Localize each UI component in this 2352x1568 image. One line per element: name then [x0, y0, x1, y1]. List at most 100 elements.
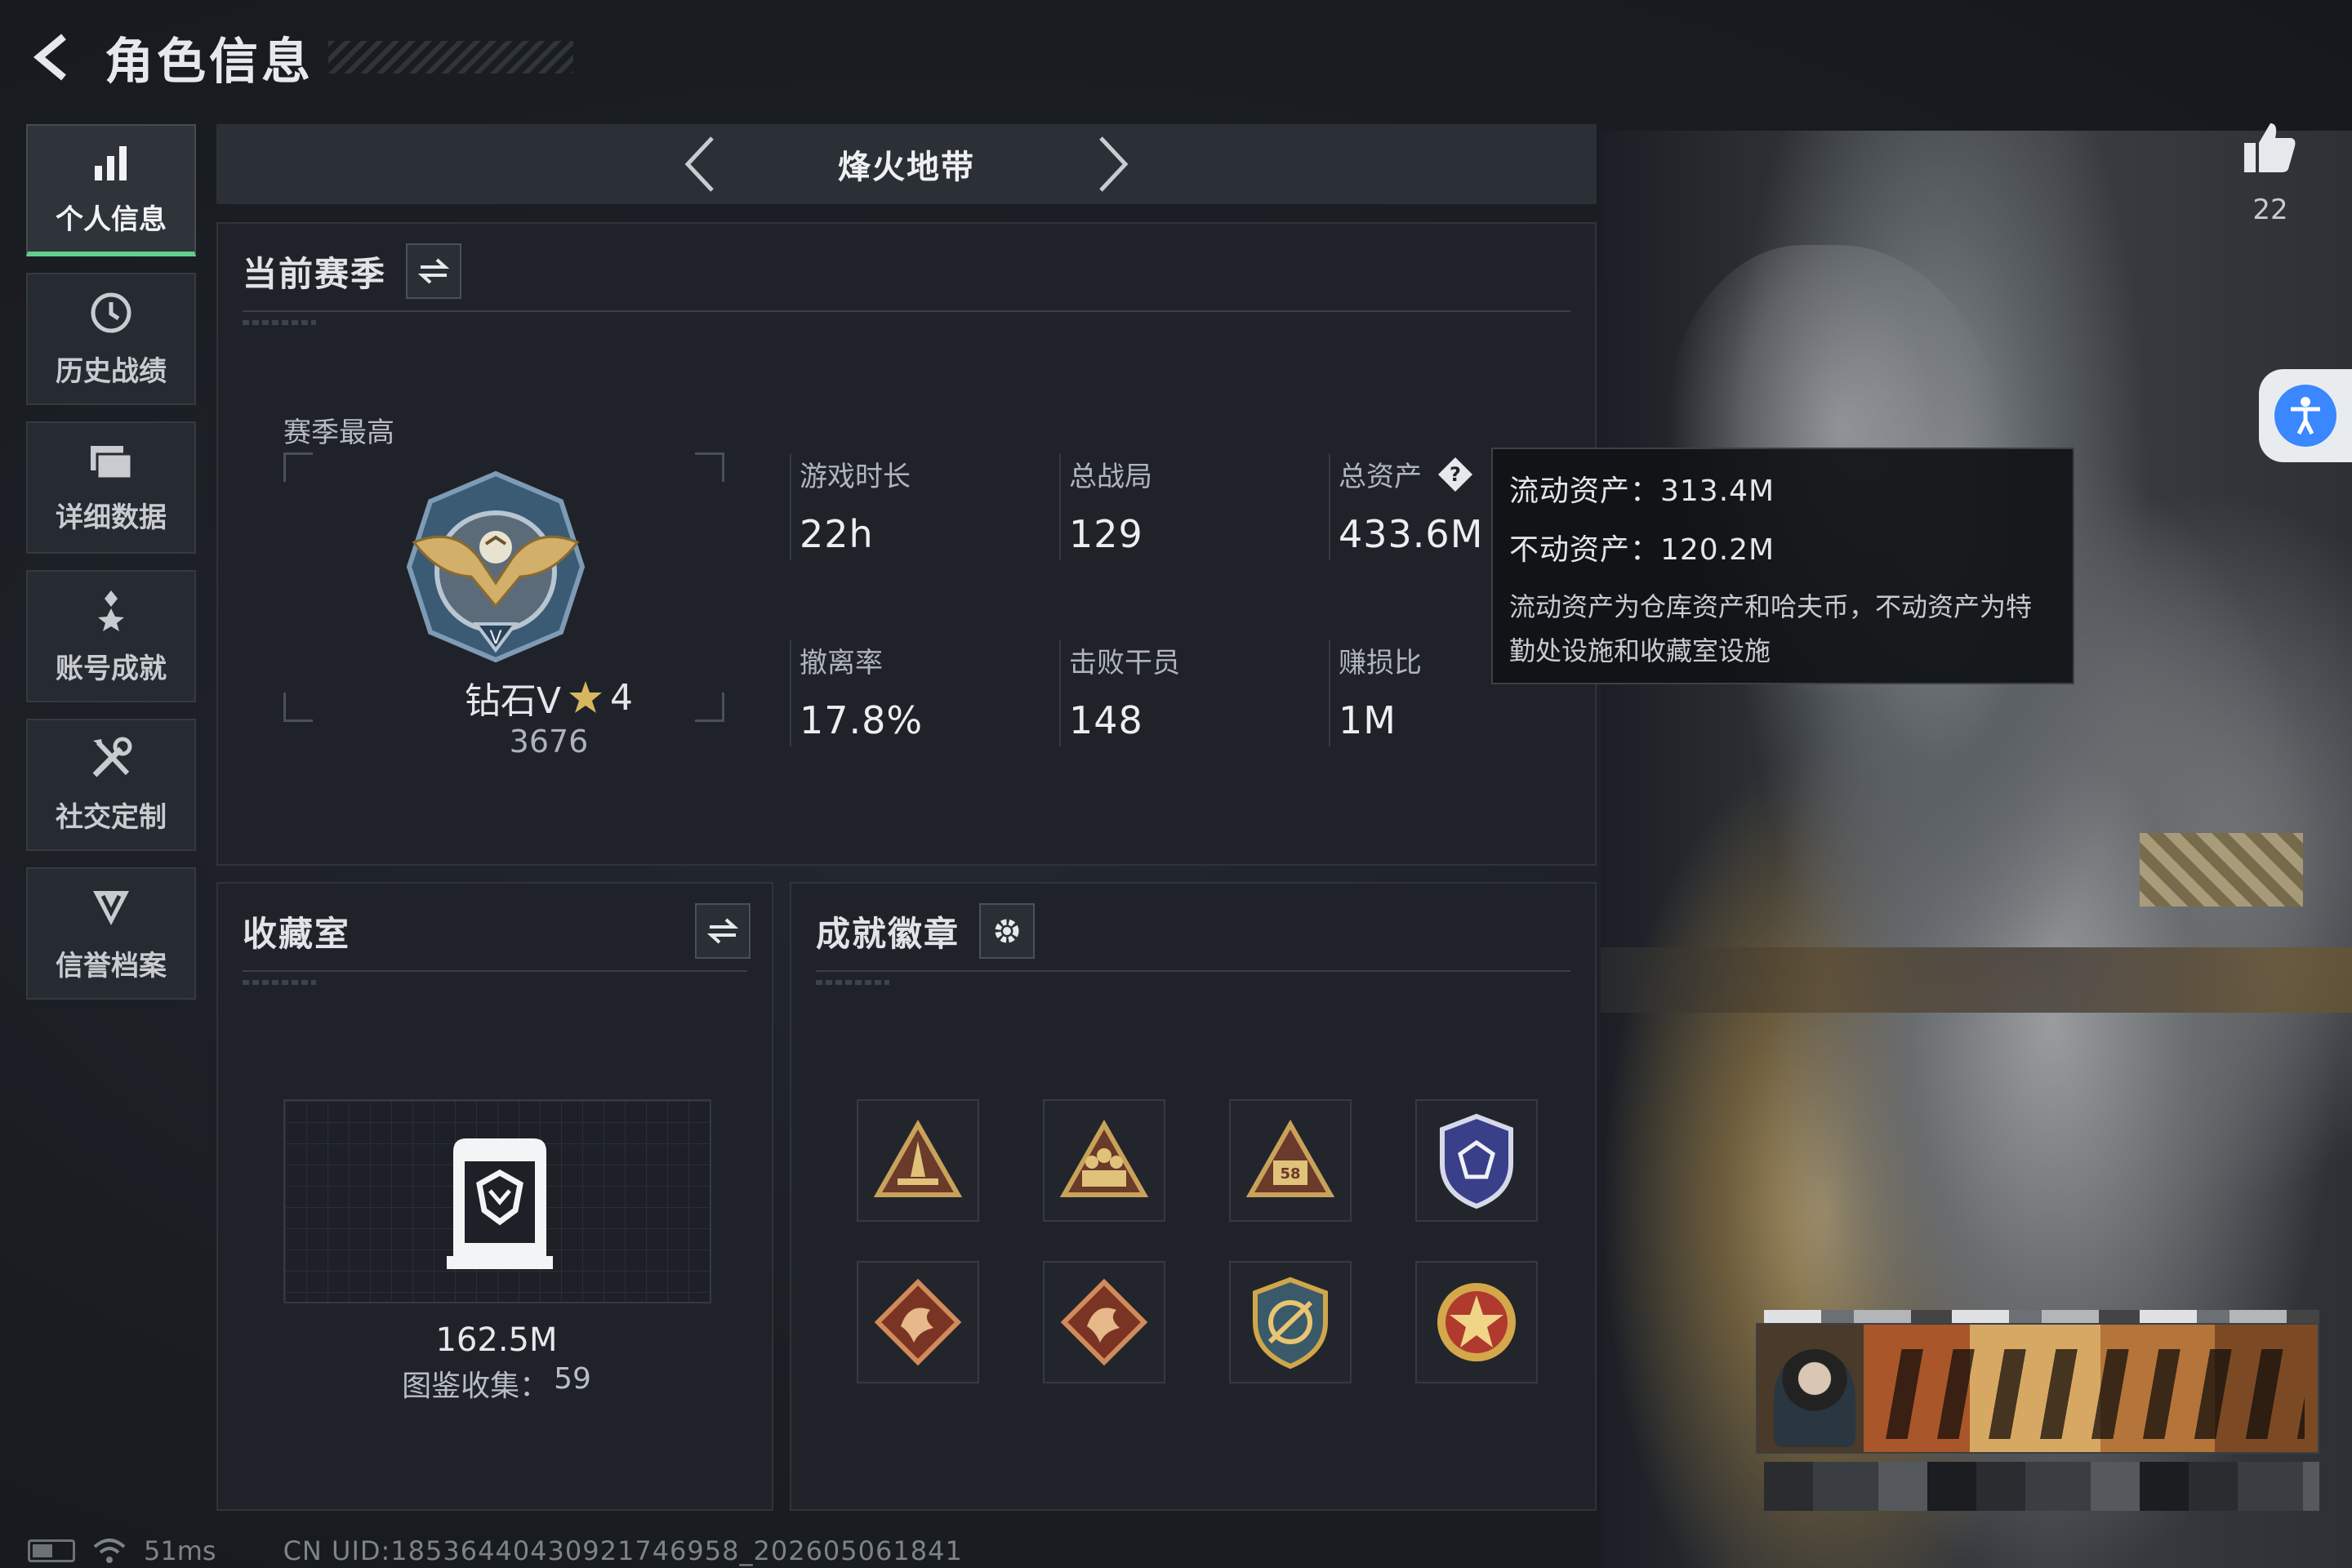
divider	[243, 310, 1570, 312]
shield-gem-badge-icon	[1440, 1113, 1513, 1209]
display-case-icon	[447, 1138, 553, 1269]
stat-label: 击败干员	[1069, 647, 1180, 679]
tooltip-description: 流动资产为仓库资产和哈夫币，不动资产为特勤处设施和收藏室设施	[1509, 591, 2033, 666]
status-bar: 51ms CN UID:18536440430921746958_2026050…	[28, 1535, 963, 1566]
achievements-settings-button[interactable]	[979, 903, 1036, 959]
badge-slot[interactable]	[857, 1099, 979, 1222]
swap-icon	[417, 258, 450, 284]
season-panel: 当前赛季 赛季最高 V 钻石V 4 3676 游戏时长 22h 总战局 129 …	[216, 222, 1597, 866]
stat-label: 撤离率	[800, 647, 883, 679]
battery-icon	[28, 1539, 75, 1562]
character-belt	[1601, 947, 2352, 1013]
chevron-right-icon	[1099, 136, 1129, 192]
season-switch-button[interactable]	[406, 243, 462, 299]
user-uid: CN UID:18536440430921746958_202605061841	[283, 1535, 963, 1566]
diamond-rank-emblem-icon: V	[406, 470, 586, 663]
divider	[816, 970, 1570, 972]
stat-value: 17.8%	[800, 698, 924, 742]
badge-slot[interactable]: 58	[1229, 1099, 1352, 1222]
sidebar-item-details[interactable]: 详细数据	[26, 421, 196, 554]
swap-icon	[706, 918, 739, 944]
back-button[interactable]	[24, 29, 82, 86]
dragon-diamond-badge-icon	[1060, 1278, 1148, 1366]
back-arrow-icon	[33, 33, 66, 81]
assets-tooltip: 流动资产：313.4M 不动资产：120.2M 流动资产为仓库资产和哈夫币，不动…	[1491, 448, 2074, 684]
badge-slot[interactable]	[1415, 1099, 1538, 1222]
svg-text:?: ?	[1450, 463, 1461, 486]
collection-count-label: 图鉴收集：	[402, 1370, 550, 1403]
gear-icon	[995, 919, 1019, 943]
wifi-icon	[93, 1539, 126, 1563]
chevron-left-icon	[684, 136, 714, 192]
rank-label: 赛季最高	[283, 416, 394, 449]
stat-label: 总战局	[1069, 461, 1152, 493]
collection-switch-button[interactable]	[695, 903, 751, 959]
mode-selector: 烽火地带	[216, 124, 1597, 204]
badge-slot[interactable]	[1415, 1261, 1538, 1383]
badge-slot[interactable]	[1043, 1261, 1165, 1383]
tooltip-fixed-assets: 不动资产：120.2M	[1509, 533, 1775, 567]
accessibility-icon	[2274, 385, 2336, 447]
thumbs-up-icon[interactable]	[2241, 118, 2300, 177]
sidebar-item-label: 详细数据	[56, 501, 167, 534]
promo-portrait	[1774, 1349, 1855, 1447]
divider	[243, 970, 747, 972]
sidebar-item-label: 个人信息	[56, 203, 167, 236]
triangle-58-badge-icon: 58	[1245, 1120, 1335, 1197]
title-decoration	[328, 41, 573, 74]
promo-banner[interactable]	[1756, 1323, 2319, 1454]
collection-display	[283, 1099, 711, 1303]
tooltip-liquid-assets: 流动资产：313.4M	[1509, 474, 1775, 508]
stat-total-matches: 总战局 129	[1059, 454, 1330, 560]
stat-operators-defeated: 击败干员 148	[1059, 640, 1330, 746]
character-stripe	[2140, 833, 2303, 906]
header: 角色信息	[24, 24, 573, 91]
like-count: 22	[2252, 194, 2288, 226]
badge-slot[interactable]	[857, 1261, 979, 1383]
collection-count-row: 图鉴收集： 59	[218, 1362, 775, 1405]
collection-title: 收藏室	[243, 913, 351, 954]
stat-playtime: 游戏时长 22h	[790, 454, 1061, 560]
stat-label: 总资产	[1339, 461, 1422, 493]
divider-tick	[816, 980, 889, 985]
stat-value: 129	[1069, 512, 1143, 556]
like-block: 22	[2238, 118, 2303, 226]
mode-prev-button[interactable]	[675, 131, 724, 197]
promo-horses-artwork	[1872, 1349, 2305, 1439]
sidebar-item-achievements[interactable]: 账号成就	[26, 570, 196, 702]
star-medal-badge-icon	[1437, 1283, 1516, 1361]
sidebar-item-social[interactable]: 社交定制	[26, 719, 196, 851]
accessibility-button[interactable]	[2259, 369, 2352, 462]
sidebar-item-label: 账号成就	[56, 652, 167, 685]
folder-icon	[91, 445, 133, 479]
stat-value: 1M	[1339, 698, 1396, 742]
divider-tick	[243, 980, 316, 985]
stat-extract-rate: 撤离率 17.8%	[790, 640, 1061, 746]
stat-value: 148	[1069, 698, 1143, 742]
page-title: 角色信息	[105, 33, 314, 91]
ping-value: 51ms	[144, 1535, 216, 1566]
dragon-diamond-badge-icon	[874, 1278, 962, 1366]
rank-stars: 4	[610, 676, 634, 719]
help-icon[interactable]: ?	[1437, 456, 1474, 493]
badge-slot[interactable]	[1229, 1261, 1352, 1383]
sidebar-item-credit[interactable]: 信誉档案	[26, 867, 196, 1000]
collection-panel[interactable]: 收藏室 162.5M 图鉴收集： 59	[216, 882, 773, 1511]
sidebar-item-label: 历史战绩	[56, 354, 167, 388]
tools-icon	[92, 737, 132, 777]
svg-text:V: V	[489, 628, 501, 648]
rank-name: 钻石V	[464, 680, 562, 722]
collection-value: 162.5M	[435, 1321, 558, 1359]
mode-next-button[interactable]	[1089, 131, 1138, 197]
shield-v-icon	[93, 890, 129, 925]
sidebar-item-history[interactable]: 历史战绩	[26, 273, 196, 405]
divider-tick	[243, 320, 316, 325]
badge-slot[interactable]	[1043, 1099, 1165, 1222]
badge-grid: 58	[857, 1099, 1538, 1383]
season-title: 当前赛季	[243, 253, 387, 294]
collection-count: 59	[554, 1362, 591, 1396]
sidebar-item-personal-info[interactable]: 个人信息	[26, 124, 196, 256]
achievements-title: 成就徽章	[816, 913, 960, 954]
triangle-rocket-badge-icon	[873, 1120, 963, 1197]
sidebar-item-label: 社交定制	[56, 800, 167, 834]
